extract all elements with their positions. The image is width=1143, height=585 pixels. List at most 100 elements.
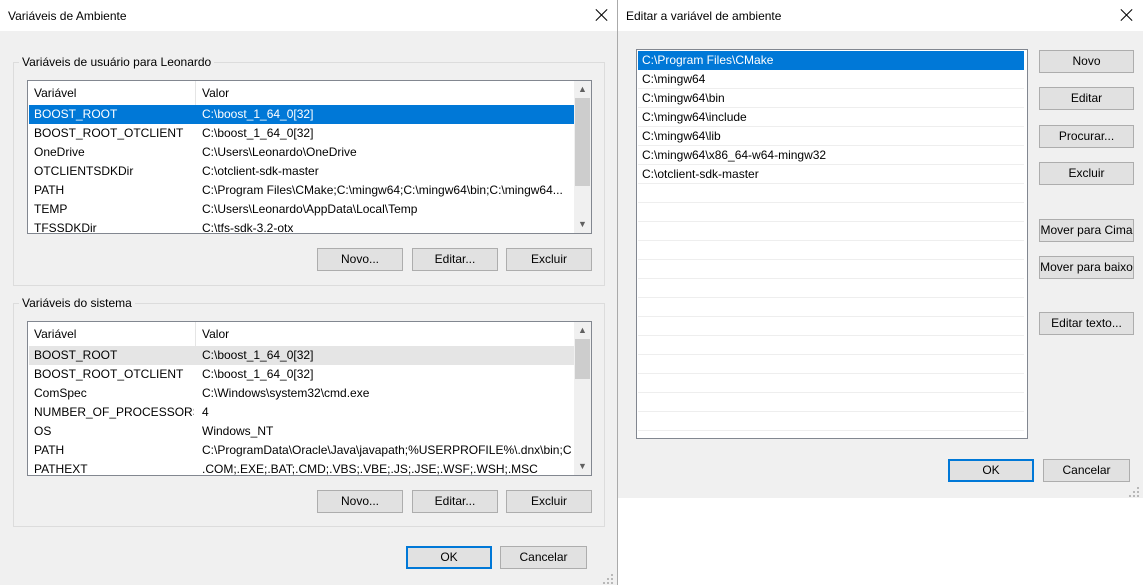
user-delete-button[interactable]: Excluir xyxy=(506,248,592,271)
table-row[interactable]: BOOST_ROOT C:\boost_1_64_0[32] xyxy=(29,105,574,124)
resize-grip-icon[interactable] xyxy=(603,572,615,584)
table-row[interactable]: PATHEXT .COM;.EXE;.BAT;.CMD;.VBS;.VBE;.JS… xyxy=(29,460,574,476)
edit-ok-button[interactable]: OK xyxy=(948,459,1034,482)
table-row[interactable]: BOOST_ROOT_OTCLIENT C:\boost_1_64_0[32] xyxy=(29,365,574,384)
path-list-item[interactable]: C:\mingw64 xyxy=(638,70,1024,89)
variable-value: C:\boost_1_64_0[32] xyxy=(202,107,314,121)
system-vars-header: Variável Valor xyxy=(28,322,591,346)
variable-name: BOOST_ROOT_OTCLIENT xyxy=(34,126,184,140)
resize-grip-icon[interactable] xyxy=(1129,485,1141,497)
path-edit-button[interactable]: Editar xyxy=(1039,87,1134,110)
system-new-button[interactable]: Novo... xyxy=(317,490,403,513)
path-list-empty-row[interactable] xyxy=(638,355,1024,374)
path-list-item[interactable]: C:\mingw64\bin xyxy=(638,89,1024,108)
path-edit-text-button[interactable]: Editar texto... xyxy=(1039,312,1134,335)
scroll-down-icon[interactable]: ▼ xyxy=(574,458,591,475)
system-edit-button[interactable]: Editar... xyxy=(412,490,498,513)
path-list[interactable]: C:\Program Files\CMake C:\mingw64 C:\mingw… xyxy=(636,49,1028,439)
table-row[interactable]: TEMP C:\Users\Leonardo\AppData\Local\Temp xyxy=(29,200,574,219)
path-move-down-button[interactable]: Mover para baixo xyxy=(1039,256,1134,279)
column-header-value[interactable]: Valor xyxy=(197,322,229,346)
path-move-up-button[interactable]: Mover para Cima xyxy=(1039,219,1134,242)
path-list-empty-row[interactable] xyxy=(638,336,1024,355)
path-list-empty-row[interactable] xyxy=(638,203,1024,222)
scrollbar-thumb[interactable] xyxy=(575,98,590,186)
table-row[interactable]: OS Windows_NT xyxy=(29,422,574,441)
path-list-empty-row[interactable] xyxy=(638,393,1024,412)
close-icon[interactable] xyxy=(1120,8,1134,22)
variable-name: BOOST_ROOT_OTCLIENT xyxy=(34,367,184,381)
column-header-value[interactable]: Valor xyxy=(197,81,229,105)
edit-cancel-button[interactable]: Cancelar xyxy=(1043,459,1130,482)
column-separator[interactable] xyxy=(195,81,196,105)
variable-value: C:\boost_1_64_0[32] xyxy=(202,348,314,362)
path-list-empty-row[interactable] xyxy=(638,184,1024,203)
path-list-empty-row[interactable] xyxy=(638,412,1024,431)
variable-name: OneDrive xyxy=(34,145,85,159)
scrollbar-thumb[interactable] xyxy=(575,339,590,379)
path-browse-button[interactable]: Procurar... xyxy=(1039,125,1134,148)
table-row[interactable]: BOOST_ROOT C:\boost_1_64_0[32] xyxy=(29,346,574,365)
path-list-item[interactable]: C:\mingw64\x86_64-w64-mingw32 xyxy=(638,146,1024,165)
scroll-down-icon[interactable]: ▼ xyxy=(574,216,591,233)
path-list-empty-row[interactable] xyxy=(638,374,1024,393)
env-vars-title: Variáveis de Ambiente xyxy=(8,9,127,23)
scroll-up-icon[interactable]: ▲ xyxy=(574,81,591,98)
variable-value: C:\Users\Leonardo\OneDrive xyxy=(202,145,357,159)
table-row[interactable]: NUMBER_OF_PROCESSORS 4 xyxy=(29,403,574,422)
system-vars-scrollbar[interactable]: ▲ ▼ xyxy=(574,322,591,475)
path-list-item[interactable]: C:\otclient-sdk-master xyxy=(638,165,1024,184)
user-vars-list[interactable]: Variável Valor BOOST_ROOT C:\boost_1_64_0… xyxy=(27,80,592,234)
user-vars-scrollbar[interactable]: ▲ ▼ xyxy=(574,81,591,233)
variable-value: 4 xyxy=(202,405,209,419)
variable-value: .COM;.EXE;.BAT;.CMD;.VBS;.VBE;.JS;.JSE;.… xyxy=(202,462,538,476)
column-separator[interactable] xyxy=(195,322,196,346)
column-header-variable[interactable]: Variável xyxy=(29,322,76,346)
table-row[interactable]: OTCLIENTSDKDir C:\otclient-sdk-master xyxy=(29,162,574,181)
edit-var-title: Editar a variável de ambiente xyxy=(626,9,782,23)
path-list-item[interactable]: C:\Program Files\CMake xyxy=(638,51,1024,70)
variable-name: OS xyxy=(34,424,52,438)
path-new-button[interactable]: Novo xyxy=(1039,50,1134,73)
column-header-variable[interactable]: Variável xyxy=(29,81,76,105)
user-vars-group-label: Variáveis de usuário para Leonardo xyxy=(19,55,215,69)
variable-value: C:\otclient-sdk-master xyxy=(202,164,319,178)
env-cancel-button[interactable]: Cancelar xyxy=(500,546,587,569)
variable-value: C:\tfs-sdk-3.2-otx xyxy=(202,221,294,234)
edit-var-titlebar: Editar a variável de ambiente xyxy=(618,0,1143,31)
variable-value: Windows_NT xyxy=(202,424,274,438)
path-list-empty-row[interactable] xyxy=(638,298,1024,317)
path-list-empty-row[interactable] xyxy=(638,222,1024,241)
variable-value: C:\Program Files\CMake;C:\mingw64;C:\min… xyxy=(202,183,563,197)
system-delete-button[interactable]: Excluir xyxy=(506,490,592,513)
table-row[interactable]: BOOST_ROOT_OTCLIENT C:\boost_1_64_0[32] xyxy=(29,124,574,143)
table-row[interactable]: PATH C:\Program Files\CMake;C:\mingw64;C:… xyxy=(29,181,574,200)
variable-value: C:\Users\Leonardo\AppData\Local\Temp xyxy=(202,202,418,216)
close-icon[interactable] xyxy=(595,8,609,22)
path-list-empty-row[interactable] xyxy=(638,241,1024,260)
env-vars-dialog: Variáveis de Ambiente Variáveis de usuár… xyxy=(0,0,617,585)
user-new-button[interactable]: Novo... xyxy=(317,248,403,271)
variable-name: OTCLIENTSDKDir xyxy=(34,164,134,178)
table-row[interactable]: ComSpec C:\Windows\system32\cmd.exe xyxy=(29,384,574,403)
env-vars-titlebar: Variáveis de Ambiente xyxy=(0,0,617,31)
scroll-up-icon[interactable]: ▲ xyxy=(574,322,591,339)
env-ok-button[interactable]: OK xyxy=(406,546,492,569)
edit-var-dialog: Editar a variável de ambiente C:\Program… xyxy=(618,0,1143,498)
system-vars-list[interactable]: Variável Valor BOOST_ROOT C:\boost_1_64_0… xyxy=(27,321,592,476)
path-list-empty-row[interactable] xyxy=(638,279,1024,298)
system-vars-group-label: Variáveis do sistema xyxy=(19,296,135,310)
path-list-item[interactable]: C:\mingw64\lib xyxy=(638,127,1024,146)
variable-name: TEMP xyxy=(34,202,68,216)
table-row[interactable]: OneDrive C:\Users\Leonardo\OneDrive xyxy=(29,143,574,162)
variable-name: BOOST_ROOT xyxy=(34,107,118,121)
path-list-empty-row[interactable] xyxy=(638,260,1024,279)
path-delete-button[interactable]: Excluir xyxy=(1039,162,1134,185)
path-list-empty-row[interactable] xyxy=(638,317,1024,336)
path-list-item[interactable]: C:\mingw64\include xyxy=(638,108,1024,127)
variable-name: ComSpec xyxy=(34,386,87,400)
variable-name: BOOST_ROOT xyxy=(34,348,118,362)
table-row[interactable]: PATH C:\ProgramData\Oracle\Java\javapath;… xyxy=(29,441,574,460)
user-edit-button[interactable]: Editar... xyxy=(412,248,498,271)
table-row[interactable]: TFSSDKDir C:\tfs-sdk-3.2-otx xyxy=(29,219,574,234)
